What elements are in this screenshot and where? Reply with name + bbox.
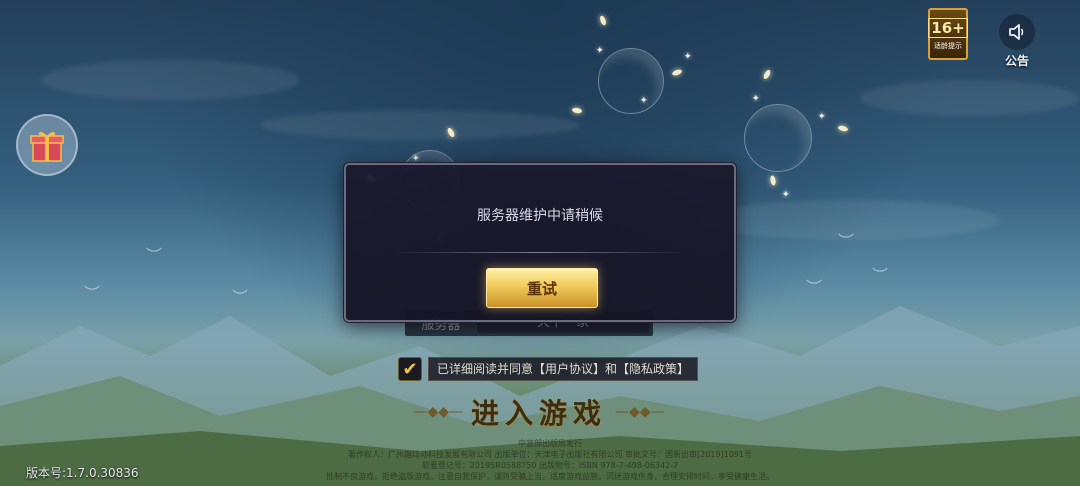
bird-icon: ︶ [838,232,855,251]
gift-button[interactable] [16,114,78,176]
gift-icon [30,131,64,162]
maintenance-dialog: 服务器维护中请稍候 重试 [344,163,736,322]
bird-icon: ︶ [872,266,889,285]
bird-icon: ︶ [146,246,163,265]
dialog-message: 服务器维护中请稍候 [477,208,603,224]
bird-icon: ︶ [84,284,101,303]
ornament-right-icon: —◆◆— [615,404,665,420]
enter-game-label: 进入游戏 [470,397,607,430]
retry-button[interactable]: 重试 [486,268,598,308]
enter-game-button[interactable]: —◆◆— 进入游戏 —◆◆— [410,392,668,432]
agreement-checkbox[interactable]: ✔ [398,357,422,381]
legal-line: 著作权人：广州趣炫动科技发展有限公司 出版单位：天津电子出版社有限公司 审批文号… [347,450,753,459]
age-rating-label: 适龄提示 [934,41,962,50]
checkmark-icon: ✔ [402,358,418,380]
legal-line: 中宣部出版局发行 [518,439,582,448]
notice-button[interactable]: 公告 [994,14,1040,69]
legal-line: 软著登记号：2019SR0588750 出版物号：ISBN 978-7-498-… [421,461,679,470]
age-rating-badge[interactable]: 16+ 适龄提示 [928,8,968,60]
legal-line: 抵制不良游戏，拒绝盗版游戏。注意自我保护，谨防受骗上当。适度游戏益脑，沉迷游戏伤… [326,472,774,481]
bird-icon: ︶ [232,288,249,307]
version-number: 版本号:1.7.0.30836 [26,466,139,480]
notice-label: 公告 [1004,54,1029,68]
agreement-text[interactable]: 已详细阅读并同意【用户协议】和【隐私政策】 [428,357,699,381]
speaker-icon [999,14,1035,50]
agreement-row: ✔ 已详细阅读并同意【用户协议】和【隐私政策】 [398,356,699,382]
dialog-divider [394,252,686,253]
bird-icon: ︶ [806,278,823,297]
ornament-left-icon: —◆◆— [413,404,463,420]
age-rating-value: 16+ [928,17,968,38]
